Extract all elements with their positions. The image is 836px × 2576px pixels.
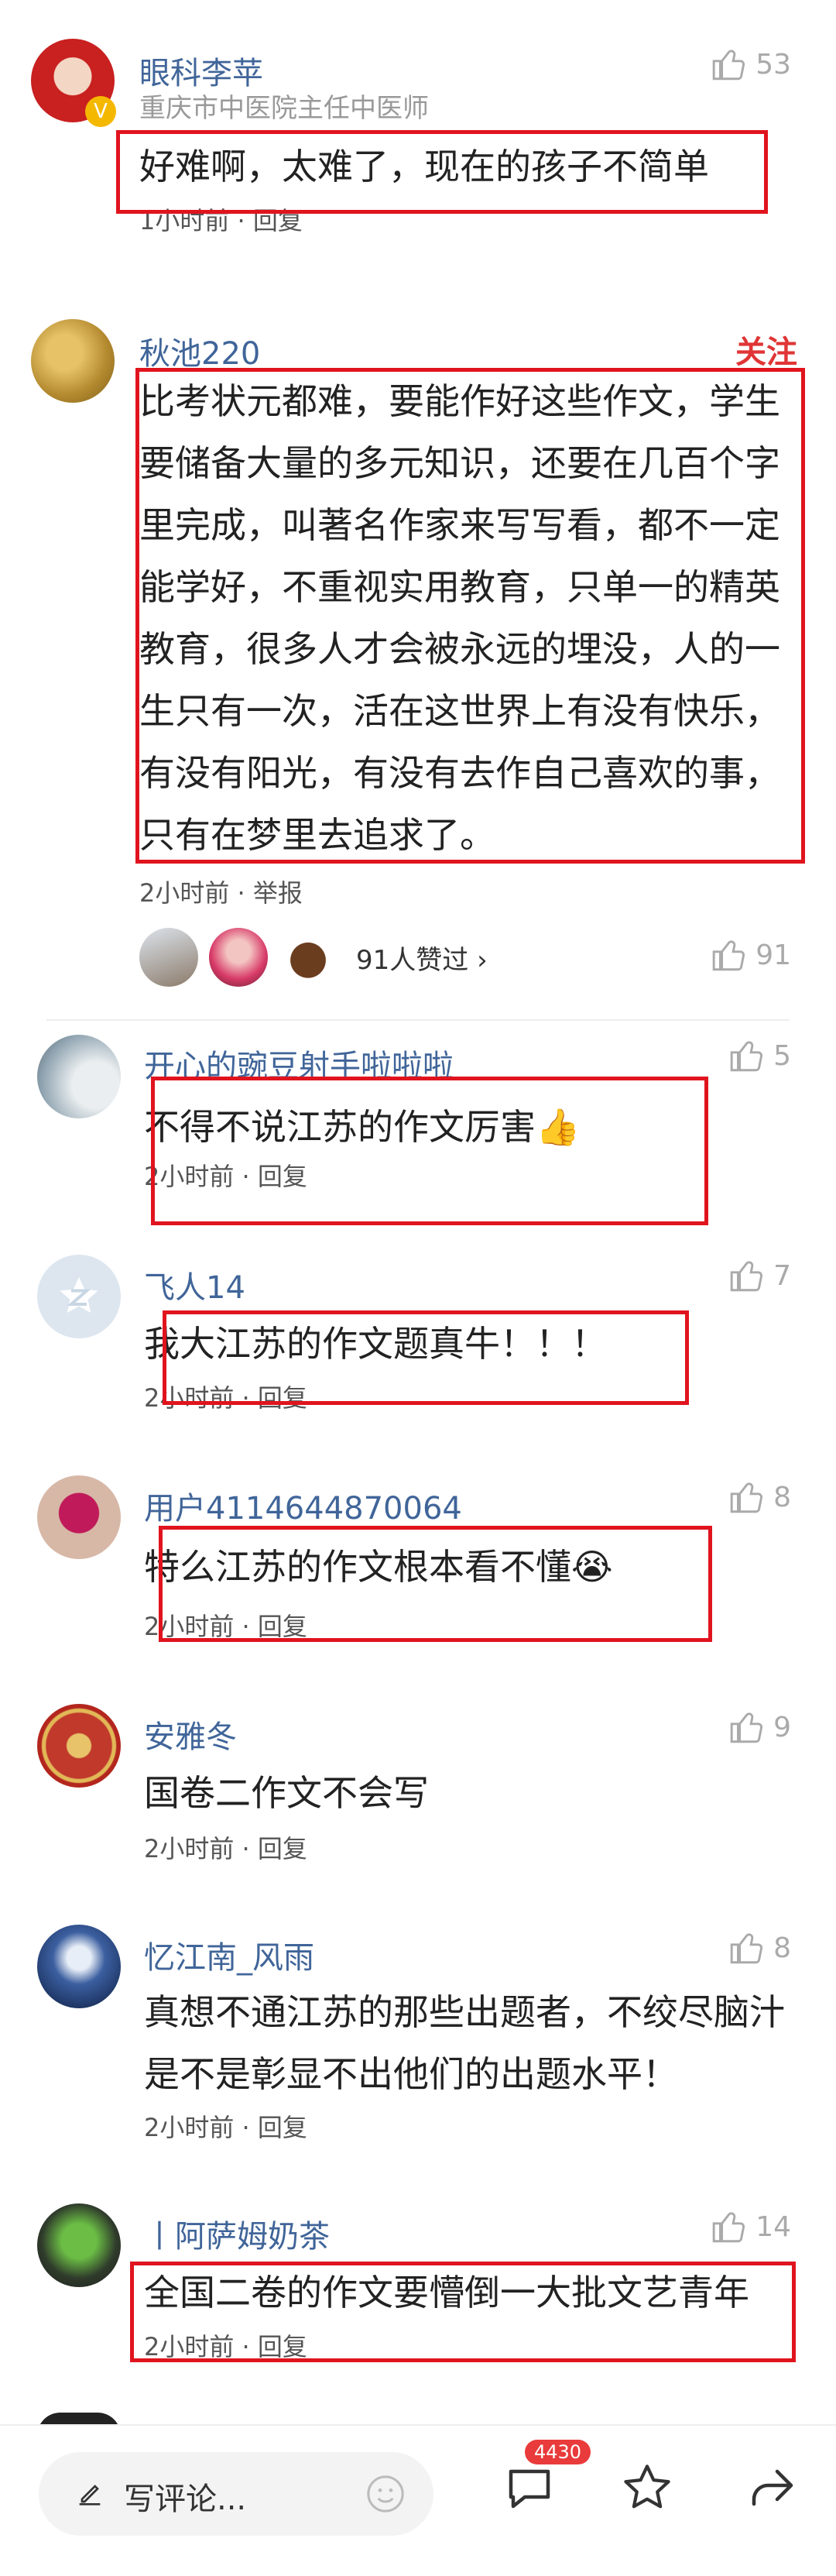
like-count: 7 [773,1259,791,1292]
comment-meta[interactable]: 2小时前 · 回复 [144,1829,307,1865]
avatar[interactable] [37,1255,121,1338]
share-button[interactable] [745,2460,800,2519]
avatar[interactable] [37,2203,121,2287]
thumbs-up-icon [730,1041,763,1072]
thumbs-up-icon [730,1482,763,1513]
comment-text: 国卷二作文不会写 [144,1772,429,1814]
comment-meta[interactable]: 2小时前 · 举报 [139,874,303,909]
star-icon [60,1277,98,1313]
like-button[interactable]: 8 [728,1929,791,1967]
like-button[interactable]: 91 [711,936,791,974]
like-button[interactable]: 8 [728,1478,791,1516]
comment-text: 真想不通江苏的那些出题者，不绞尽脑汁是不是彰显不出他们的出题水平！ [144,1991,785,2095]
pen-icon [79,2485,101,2506]
user-title: 重庆市中医院主任中医师 [139,93,429,124]
like-button[interactable]: 9 [728,1708,791,1747]
verified-badge-icon: V [85,96,116,127]
highlight-box [163,1310,689,1405]
star-icon [624,2464,670,2509]
like-count: 5 [773,1039,791,1072]
like-button[interactable]: 5 [728,1036,791,1075]
avatar [209,928,268,987]
emoji-icon[interactable] [364,2472,407,2516]
highlight-box [151,1077,708,1225]
avatar[interactable] [31,319,115,403]
comment-count-badge: 4430 [525,2440,591,2464]
avatar[interactable] [37,1925,121,2008]
username[interactable]: 秋池220 [139,328,260,373]
comment-placeholder: 写评论... [124,2482,247,2517]
comment-input[interactable]: 写评论... [39,2452,433,2536]
like-button[interactable]: 14 [711,2207,791,2246]
avatar[interactable] [37,1704,121,1788]
thumbs-up-icon [730,1261,763,1292]
bottom-action-bar: 写评论... 4430 [0,2424,836,2576]
thumbs-up-icon [712,940,745,971]
liked-by-link[interactable]: 91人赞过 › [356,939,488,977]
follow-button[interactable]: 关注 [735,327,797,372]
like-count: 14 [755,2210,791,2243]
thumbs-up-icon [730,1933,763,1964]
username[interactable]: 飞人14 [144,1262,245,1307]
favorite-button[interactable] [619,2460,675,2519]
like-count: 8 [773,1481,791,1513]
like-count: 53 [755,48,791,81]
divider [46,1019,790,1021]
like-count: 91 [755,939,791,971]
share-arrow-icon [752,2469,793,2506]
like-button[interactable]: 53 [711,45,791,84]
like-button[interactable]: 7 [728,1256,791,1295]
like-count: 8 [773,1932,791,1964]
username[interactable]: 丨阿萨姆奶茶 [144,2211,330,2256]
thumbs-up-icon [712,50,745,81]
highlight-box [159,1526,712,1642]
username[interactable]: 忆江南_风雨 [144,1932,314,1977]
speech-bubble-icon [509,2469,550,2509]
comments-button[interactable]: 4430 [502,2440,591,2522]
username[interactable]: 用户4114644870064 [144,1483,462,1528]
comment-meta[interactable]: 2小时前 · 回复 [144,2108,307,2144]
username[interactable]: 安雅冬 [144,1712,237,1757]
avatar[interactable] [37,1475,121,1559]
thumbs-up-icon [712,2212,745,2243]
avatar [279,928,337,987]
avatar [139,928,198,987]
like-count: 9 [773,1711,791,1743]
highlight-box [130,2262,796,2362]
highlight-box [116,130,768,214]
thumbs-up-icon [730,1712,763,1743]
avatar[interactable] [37,1035,121,1118]
highlight-box [135,368,805,864]
